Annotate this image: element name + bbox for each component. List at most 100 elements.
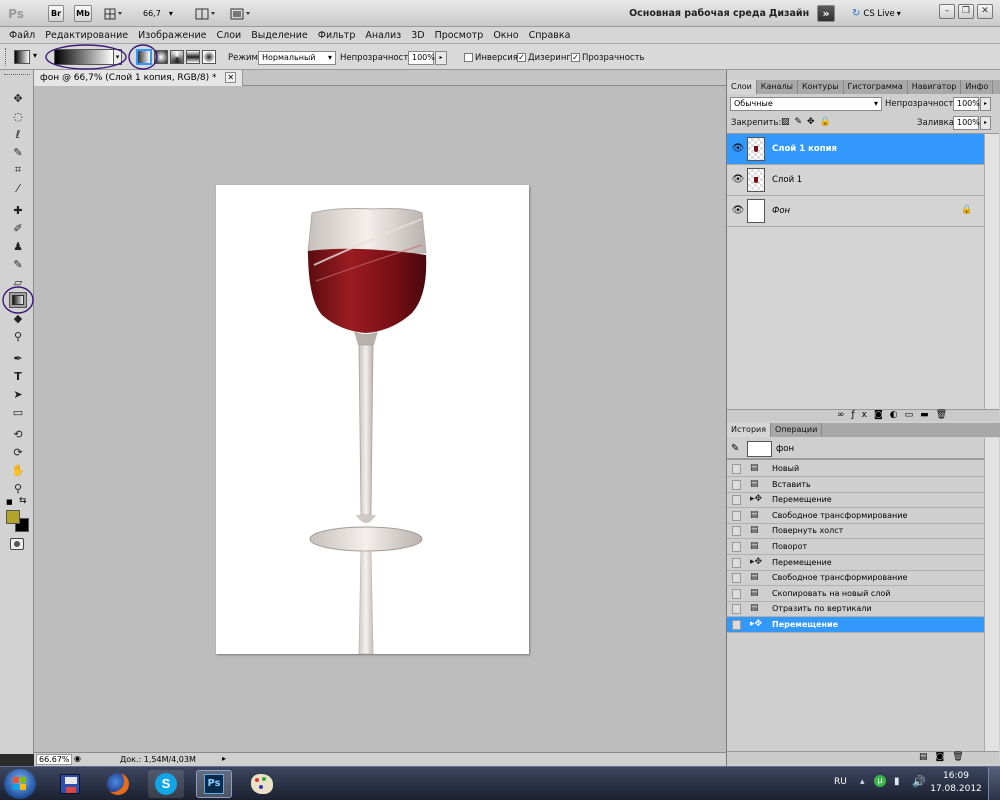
history-item[interactable]: ▸✥ Перемещение — [727, 492, 984, 509]
panel-tab[interactable]: Контуры — [798, 80, 844, 94]
tool-preset-picker[interactable]: ▾ — [14, 48, 42, 66]
document-canvas[interactable] — [216, 185, 529, 655]
language-indicator[interactable]: RU — [834, 777, 847, 787]
visibility-eye-icon[interactable]: 👁 — [731, 143, 745, 155]
3d-orbit-tool-icon[interactable]: ⟳ — [9, 444, 27, 460]
network-icon[interactable]: ▮ — [894, 776, 900, 787]
swap-colors-icon[interactable]: ⇆ — [19, 496, 29, 506]
history-item[interactable]: ▸✥ Перемещение — [727, 555, 984, 571]
menu-item[interactable]: Анализ — [360, 30, 406, 41]
foreground-color-swatch[interactable] — [6, 510, 20, 524]
eyedropper-tool-icon[interactable]: ⁄ — [9, 180, 27, 196]
angle-gradient-button[interactable] — [170, 50, 184, 64]
taskbar-floppy-app[interactable] — [52, 770, 88, 798]
default-colors-icon[interactable]: ■ — [6, 498, 14, 506]
menu-item[interactable]: Редактирование — [40, 30, 133, 41]
opacity-slider-arrow[interactable]: ▸ — [435, 51, 447, 65]
visibility-eye-icon[interactable]: 👁 — [731, 174, 745, 186]
fill-input[interactable]: 100% — [953, 116, 980, 130]
reflected-gradient-button[interactable] — [186, 50, 200, 64]
zoom-level[interactable]: 66,7 ▾ — [143, 5, 183, 22]
history-snapshot-row[interactable]: ✎ фон — [727, 438, 984, 460]
history-item[interactable]: ▸✥ Перемещение — [727, 617, 984, 633]
visibility-eye-icon[interactable]: 👁 — [731, 205, 745, 217]
status-zoom[interactable]: 66.67% — [36, 754, 72, 765]
panel-tab[interactable]: Навигатор — [908, 80, 962, 94]
panel-tab[interactable]: Слои — [727, 80, 757, 94]
panel-tab[interactable]: Гистограмма — [844, 80, 908, 94]
cs-live-button[interactable]: ↻ CS Live ▾ — [852, 5, 912, 22]
menu-item[interactable]: Слои — [211, 30, 246, 41]
dither-checkbox[interactable]: ✓ — [517, 53, 526, 62]
layer-row[interactable]: 👁 Слой 1 — [727, 165, 984, 196]
history-item[interactable]: ▤ Вставить — [727, 477, 984, 493]
workspace-design[interactable]: Дизайн — [769, 5, 809, 22]
lasso-tool-icon[interactable]: ℓ — [9, 126, 27, 142]
history-state-checkbox[interactable] — [732, 510, 741, 521]
arrange-documents-icon[interactable] — [193, 5, 219, 22]
dodge-tool-icon[interactable]: ⚲ — [9, 328, 27, 344]
menu-item[interactable]: Просмотр — [430, 30, 489, 41]
clone-stamp-tool-icon[interactable]: ♟ — [9, 238, 27, 254]
taskbar-paint[interactable] — [244, 770, 280, 798]
workspace-essentials[interactable]: Основная рабочая среда — [629, 5, 766, 22]
tray-arrow-icon[interactable]: ▴ — [860, 777, 865, 787]
inversion-checkbox[interactable] — [464, 53, 473, 62]
history-state-checkbox[interactable] — [732, 526, 741, 537]
menu-item[interactable]: Фильтр — [313, 30, 361, 41]
bridge-button[interactable]: Br — [48, 5, 64, 22]
history-state-checkbox[interactable] — [732, 464, 741, 474]
panel-tab[interactable]: Каналы — [757, 80, 798, 94]
history-state-checkbox[interactable] — [732, 542, 741, 552]
menu-item[interactable]: Выделение — [246, 30, 313, 41]
brush-tool-icon[interactable]: ✐ — [9, 220, 27, 236]
rectangle-tool-icon[interactable]: ▭ — [9, 404, 27, 420]
history-item[interactable]: ▤ Поворот — [727, 539, 984, 555]
menu-item[interactable]: Файл — [4, 30, 40, 41]
quick-selection-tool-icon[interactable]: ✎ — [9, 144, 27, 160]
panel-tab[interactable]: Инфо — [961, 80, 994, 94]
history-state-checkbox[interactable] — [732, 479, 741, 490]
clock-time[interactable]: 16:09 — [936, 771, 976, 781]
layer-row[interactable]: 👁 Слой 1 копия — [727, 134, 984, 165]
opacity-input[interactable]: 100% — [408, 51, 435, 65]
minimize-button[interactable]: – — [939, 4, 955, 19]
history-state-checkbox[interactable] — [732, 588, 741, 599]
history-state-checkbox[interactable] — [732, 573, 741, 584]
status-menu-icon[interactable]: ◉ — [74, 754, 84, 765]
start-button[interactable] — [4, 769, 36, 799]
menu-item[interactable]: 3D — [406, 30, 429, 41]
layer-row[interactable]: 👁 Фон 🔒 — [727, 196, 984, 227]
quick-mask-icon[interactable] — [10, 538, 24, 550]
menu-item[interactable]: Изображение — [133, 30, 211, 41]
layers-scrollbar[interactable] — [984, 134, 999, 409]
spot-healing-tool-icon[interactable]: ✚ — [9, 202, 27, 218]
history-item[interactable]: ▤ Свободное трансформирование — [727, 570, 984, 587]
maximize-button[interactable]: ❐ — [958, 4, 974, 19]
history-state-checkbox[interactable] — [732, 620, 741, 630]
layer-opacity-input[interactable]: 100% — [953, 97, 980, 111]
clock-date[interactable]: 17.08.2012 — [930, 784, 982, 794]
history-state-checkbox[interactable] — [732, 604, 741, 615]
more-workspaces-button[interactable]: » — [817, 5, 835, 22]
close-button[interactable]: ✕ — [977, 4, 993, 19]
history-state-checkbox[interactable] — [732, 495, 741, 506]
taskbar-skype[interactable]: S — [148, 770, 184, 798]
move-tool-icon[interactable]: ✥ — [9, 90, 27, 106]
show-desktop-button[interactable] — [988, 767, 1000, 800]
path-selection-tool-icon[interactable]: ➤ — [9, 386, 27, 402]
lock-icons[interactable]: ▨✎✥🔒 — [781, 117, 836, 127]
hand-tool-icon[interactable]: ✋ — [9, 462, 27, 478]
history-brush-tool-icon[interactable]: ✎ — [9, 256, 27, 272]
layer-action-icons[interactable]: ∞ƒx◙◐▭▬🗑 — [837, 410, 954, 420]
panel-tab[interactable]: История — [727, 423, 772, 437]
history-item[interactable]: ▤ Скопировать на новый слой — [727, 586, 984, 602]
screen-mode-icon[interactable] — [228, 5, 254, 22]
taskbar-firefox[interactable] — [100, 770, 136, 798]
diamond-gradient-button[interactable] — [202, 50, 216, 64]
fill-arrow[interactable]: ▸ — [980, 116, 991, 130]
panel-tab[interactable]: Операции — [771, 423, 823, 437]
menu-item[interactable]: Окно — [488, 30, 523, 41]
taskbar-photoshop[interactable]: Ps — [196, 770, 232, 798]
menu-item[interactable]: Справка — [524, 30, 576, 41]
